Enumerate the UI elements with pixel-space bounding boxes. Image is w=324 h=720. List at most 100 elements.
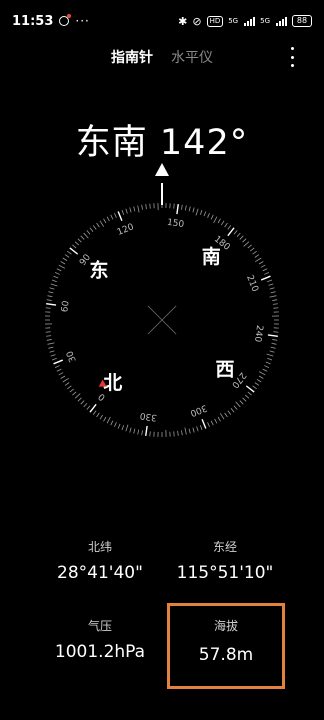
dial-tick xyxy=(192,207,195,213)
dial-tick xyxy=(245,385,255,393)
dial-tick xyxy=(141,430,143,436)
signal-icon-1 xyxy=(244,16,256,26)
dial-tick xyxy=(48,346,54,349)
dial-tick xyxy=(184,205,187,211)
dial-tick xyxy=(196,426,199,432)
latitude-value: 28°41'40" xyxy=(57,563,143,583)
dial-tick xyxy=(254,254,260,258)
dial-tick xyxy=(67,250,72,255)
dial-tick xyxy=(86,230,91,235)
dial-tick xyxy=(46,299,52,301)
dial-tick xyxy=(137,205,140,213)
dial-tick xyxy=(252,250,257,255)
dial-tick xyxy=(270,291,276,294)
tab-compass[interactable]: 指南针 xyxy=(111,47,153,67)
dial-tick xyxy=(227,225,232,230)
dial-tick xyxy=(72,244,77,249)
dial-tick xyxy=(129,207,132,213)
tab-level[interactable]: 水平仪 xyxy=(171,47,213,67)
dial-tick xyxy=(267,334,278,337)
dial-tick xyxy=(45,331,51,333)
dial-tick xyxy=(45,307,51,309)
dial-tick xyxy=(106,416,111,424)
dial-tick xyxy=(235,401,241,408)
dial-tick xyxy=(271,342,277,345)
dial-tick xyxy=(207,212,210,218)
dial-tick xyxy=(60,261,66,265)
cardinal-label-w: 西 xyxy=(216,358,235,380)
dial-tick xyxy=(64,382,70,386)
dial-tick xyxy=(46,303,57,306)
dial-tick xyxy=(233,230,238,235)
dial-tick xyxy=(67,385,72,390)
dial-tick xyxy=(258,371,266,376)
dial-tick xyxy=(58,264,66,269)
dial-tick xyxy=(99,414,103,420)
dial-tick xyxy=(221,220,225,226)
degree-label: 300 xyxy=(188,402,208,418)
dial-tick xyxy=(258,261,264,265)
dial-tick xyxy=(121,425,125,431)
dial-tick xyxy=(181,204,183,210)
dial-tick xyxy=(260,275,271,281)
dial-tick xyxy=(262,268,268,272)
dial-tick xyxy=(47,342,55,345)
dial-tick xyxy=(96,412,100,418)
more-notifications-icon: ··· xyxy=(75,14,90,28)
dial-tick xyxy=(270,346,276,349)
dial-tick xyxy=(239,400,244,405)
dial-tick xyxy=(269,350,275,353)
dial-tick xyxy=(266,353,274,357)
dial-tick xyxy=(125,424,129,432)
longitude-value: 115°51'10" xyxy=(176,563,274,583)
dial-tick xyxy=(219,413,225,420)
latitude-label: 北纬 xyxy=(87,540,112,554)
dial-tick xyxy=(53,359,64,365)
dial-tick xyxy=(137,429,140,435)
longitude-label: 东经 xyxy=(212,540,237,554)
dial-tick xyxy=(265,361,271,365)
dial-tick xyxy=(201,418,207,429)
dial-tick xyxy=(188,428,191,434)
dial-tick xyxy=(92,410,97,415)
compass-dial: 0 30 60 90 120 150 180 210 240 270 300 330 北东南西 xyxy=(0,160,324,460)
dial-tick xyxy=(227,227,235,237)
network-type-1: 5G xyxy=(228,16,239,25)
more-options-icon[interactable] xyxy=(288,47,296,67)
dial-tick xyxy=(242,238,247,243)
dial-tick xyxy=(51,357,57,361)
dial-tick xyxy=(173,203,175,209)
dial-tick xyxy=(62,377,69,383)
degree-label: 150 xyxy=(166,218,185,230)
dial-tick xyxy=(133,428,136,434)
network-type-2: 5G xyxy=(260,16,270,25)
dial-tick xyxy=(50,354,56,357)
dial-tick xyxy=(224,222,228,228)
dial-tick xyxy=(254,382,260,386)
dial-tick xyxy=(83,402,88,408)
dial-tick xyxy=(46,339,52,341)
dial-tick xyxy=(236,232,241,238)
pressure-label: 气压 xyxy=(87,619,112,633)
degree-label: 60 xyxy=(60,300,72,313)
dial-tick xyxy=(247,244,252,249)
dial-tick xyxy=(83,232,89,239)
dial-tick xyxy=(224,412,228,418)
dial-tick xyxy=(145,204,147,210)
dial-tick xyxy=(272,339,278,341)
dial-tick xyxy=(269,287,275,290)
dial-tick xyxy=(173,431,175,437)
dial-tick xyxy=(260,264,266,268)
signal-icon-2 xyxy=(276,16,287,26)
dial-tick xyxy=(268,283,274,286)
degree-label: 330 xyxy=(139,410,158,422)
dial-tick xyxy=(255,257,262,263)
dial-tick xyxy=(141,204,143,210)
cardinal-label-e: 东 xyxy=(89,259,108,282)
dial-tick xyxy=(125,208,128,214)
dial-tick xyxy=(273,331,279,333)
compass-screen: 11:53 ··· ✱ ⊘ HD 5G 5G 88 指南针 水平仪 东南 142… xyxy=(0,0,324,720)
dial-tick xyxy=(89,403,97,413)
dial-tick xyxy=(149,203,151,209)
dial-tick xyxy=(114,422,117,428)
